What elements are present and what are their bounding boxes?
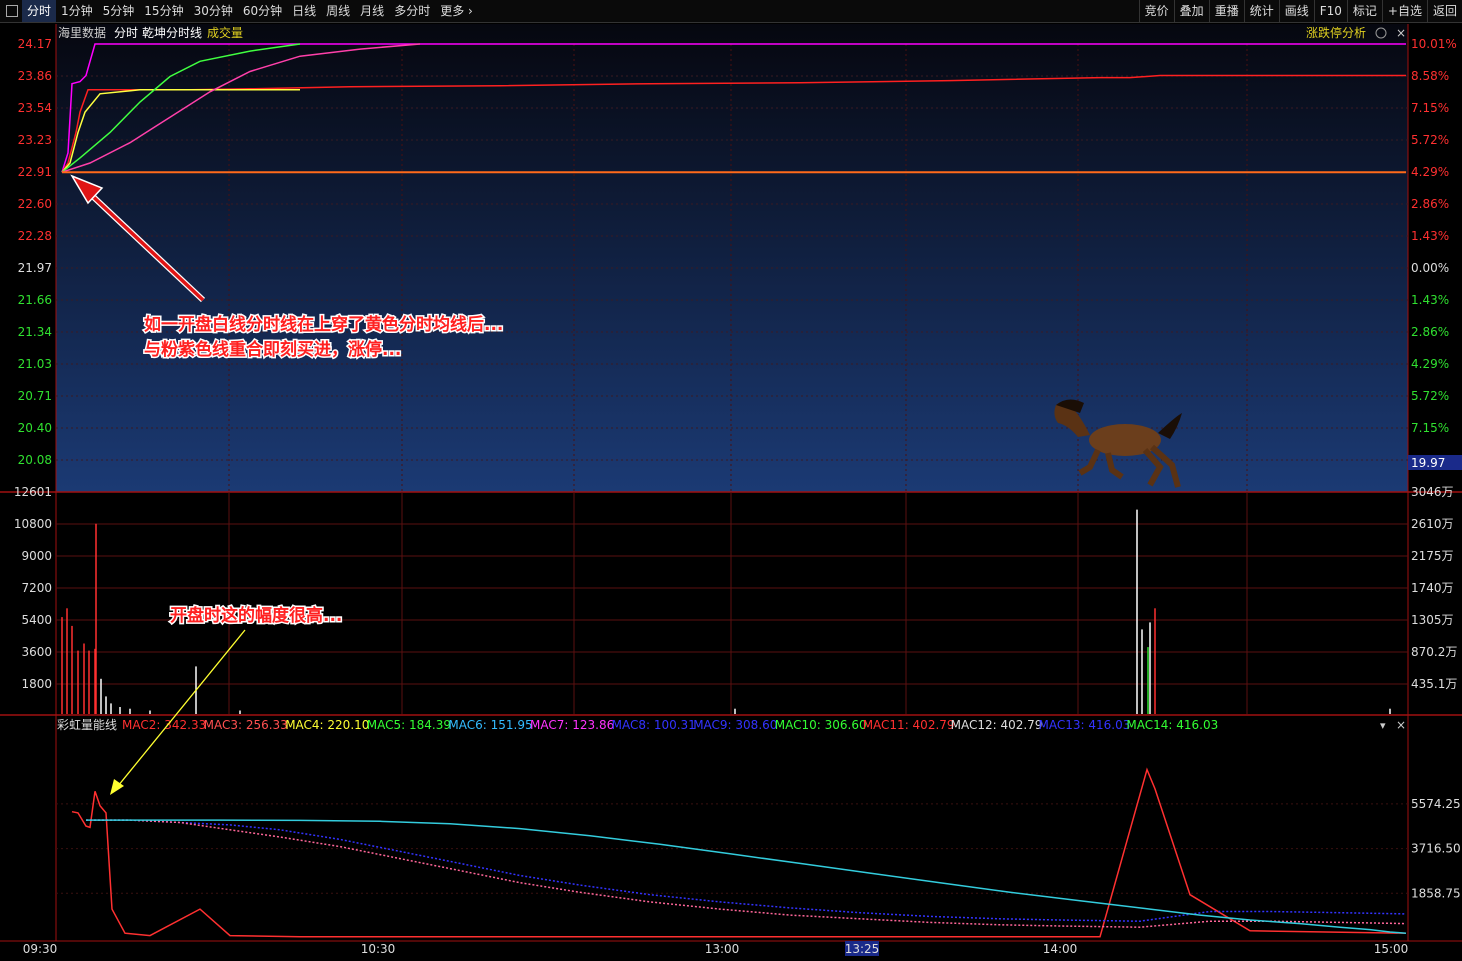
pct-tick-right: 5.72% xyxy=(1411,389,1449,403)
indicator-tick-right: 1858.75 xyxy=(1411,886,1461,900)
chevron-down-icon[interactable]: ▾ xyxy=(1380,719,1386,732)
time-tick: 10:30 xyxy=(361,942,396,956)
price-tick-left: 21.66 xyxy=(18,293,52,307)
price-panel-background xyxy=(56,24,1408,492)
volume-tick-right: 1305万 xyxy=(1411,613,1454,627)
pct-tick-right: 7.15% xyxy=(1411,421,1449,435)
pct-tick-right: 1.43% xyxy=(1411,293,1449,307)
price-tick-left: 20.08 xyxy=(18,453,52,467)
price-tick-left: 23.86 xyxy=(18,69,52,83)
indicator-legend-item: MAC7: 123.86 xyxy=(530,718,614,732)
pct-tick-right: 2.86% xyxy=(1411,197,1449,211)
volume-tick-left: 1800 xyxy=(21,677,52,691)
indicator-legend-item: MAC4: 220.10 xyxy=(285,718,369,732)
indicator-name: 彩虹量能线 xyxy=(57,718,117,732)
price-tick-left: 22.91 xyxy=(18,165,52,179)
time-tick: 14:00 xyxy=(1043,942,1078,956)
volume-tick-right: 1740万 xyxy=(1411,581,1454,595)
volume-tick-right: 2175万 xyxy=(1411,549,1454,563)
indicator-legend-item: MAC11: 402.79 xyxy=(863,718,955,732)
indicator-legend-item: MAC6: 151.95 xyxy=(448,718,532,732)
indicator-legend-item: MAC5: 184.39 xyxy=(367,718,451,732)
indicator-legend-item: MAC13: 416.03 xyxy=(1039,718,1131,732)
indicator-panel-background xyxy=(56,716,1408,941)
indicator-legend-item: MAC10: 306.60 xyxy=(775,718,867,732)
price-tick-left: 23.54 xyxy=(18,101,52,115)
indicator-legend-item: MAC8: 100.31 xyxy=(612,718,696,732)
indicator-tick-right: 5574.25 xyxy=(1411,797,1461,811)
price-tick-left: 23.23 xyxy=(18,133,52,147)
pct-tick-right: 5.72% xyxy=(1411,133,1449,147)
limit-analysis-label[interactable]: 涨跌停分析 xyxy=(1306,25,1366,40)
volume-tick-right: 3046万 xyxy=(1411,485,1454,499)
price-tick-left: 24.17 xyxy=(18,37,52,51)
pct-tick-right: 2.86% xyxy=(1411,325,1449,339)
pct-tick-right: 10.01% xyxy=(1411,37,1457,51)
close-icon[interactable]: × xyxy=(1396,26,1406,40)
indicator-legend-item: MAC14: 416.03 xyxy=(1126,718,1218,732)
indicator-legend-item: MAC12: 402.79 xyxy=(951,718,1043,732)
time-tick: 09:30 xyxy=(23,942,58,956)
volume-tick-right: 870.2万 xyxy=(1411,645,1457,659)
data-source-label: 海里数据 xyxy=(58,25,106,40)
indicator-label: 乾坤分时线 xyxy=(142,25,202,40)
volume-tick-left: 3600 xyxy=(21,645,52,659)
pct-tick-right: 0.00% xyxy=(1411,261,1449,275)
volume-tick-right: 435.1万 xyxy=(1411,677,1457,691)
intraday-chart: 24.17 23.86 23.54 23.23 22.91 22.60 22.28 21.97… xyxy=(0,24,1462,956)
volume-tick-left: 5400 xyxy=(21,613,52,627)
indicator-legend-item: MAC3: 256.33 xyxy=(204,718,288,732)
pct-tick-right: 1.43% xyxy=(1411,229,1449,243)
annotation-volume-note: 开盘时这的幅度很高... xyxy=(170,605,342,626)
price-tick-left: 22.60 xyxy=(18,197,52,211)
volume-tick-left: 7200 xyxy=(21,581,52,595)
price-tick-left: 22.28 xyxy=(18,229,52,243)
volume-tick-left: 9000 xyxy=(21,549,52,563)
price-tick-left: 21.03 xyxy=(18,357,52,371)
price-tick-left: 20.40 xyxy=(18,421,52,435)
limit-down-price: 19.97 xyxy=(1411,456,1445,470)
pct-tick-right: 4.29% xyxy=(1411,357,1449,371)
mode-label: 分时 xyxy=(114,26,138,40)
volume-panel-background xyxy=(56,492,1408,714)
pct-tick-right: 7.15% xyxy=(1411,101,1449,115)
annotation-main-line2: 与粉紫色线重合即刻买进，涨停... xyxy=(144,339,401,360)
price-tick-left: 21.34 xyxy=(18,325,52,339)
close-icon[interactable]: × xyxy=(1396,718,1406,732)
annotation-main-line1: 如一开盘白线分时线在上穿了黄色分时均线后... xyxy=(144,314,503,335)
indicator-legend-item: MAC9: 308.60 xyxy=(693,718,777,732)
time-tick: 13:00 xyxy=(705,942,740,956)
time-tick: 15:00 xyxy=(1374,942,1409,956)
volume-tick-left: 10800 xyxy=(14,517,52,531)
volume-tick-left: 12601 xyxy=(14,485,52,499)
volume-tick-right: 2610万 xyxy=(1411,517,1454,531)
indicator-tick-right: 3716.50 xyxy=(1411,842,1461,856)
volume-label: 成交量 xyxy=(207,25,243,40)
time-tick: 13:25 xyxy=(845,942,880,956)
price-tick-left: 21.97 xyxy=(18,261,52,275)
pct-tick-right: 4.29% xyxy=(1411,165,1449,179)
pct-tick-right: 8.58% xyxy=(1411,69,1449,83)
price-tick-left: 20.71 xyxy=(18,389,52,403)
